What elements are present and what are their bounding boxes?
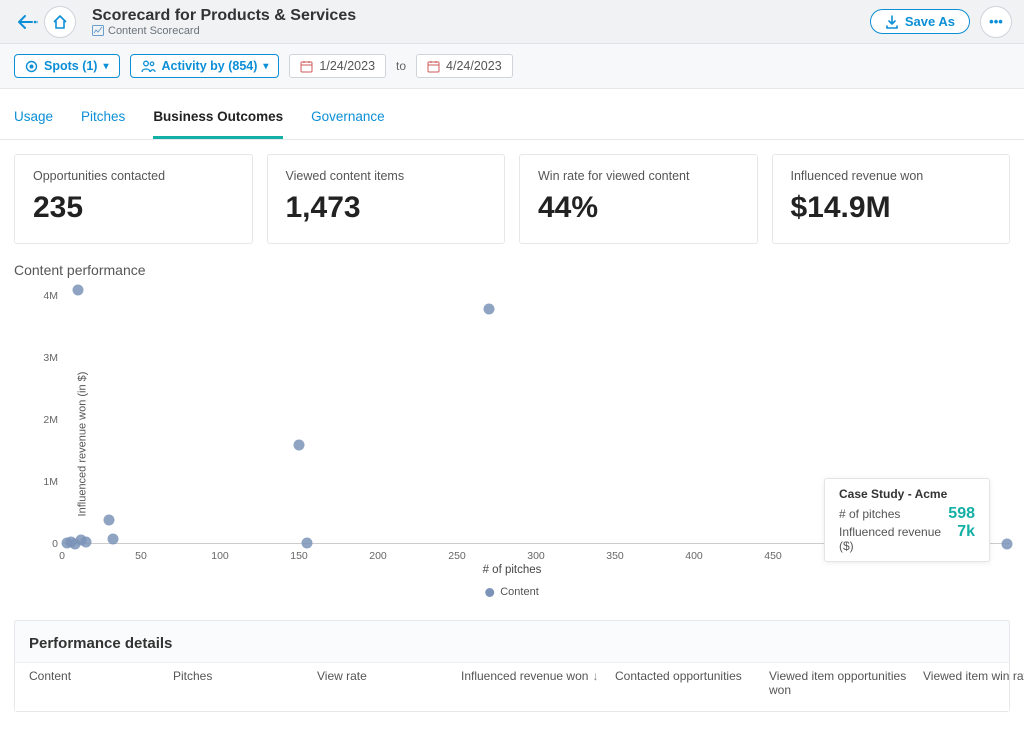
col-content[interactable]: Content [29,669,169,683]
x-tick: 450 [764,550,782,562]
scatter-point[interactable] [104,515,115,526]
chevron-down-icon: ▾ [103,61,108,72]
more-menu-button[interactable]: ••• [980,6,1012,38]
x-tick: 300 [527,550,545,562]
tooltip-pitches-value: 598 [948,505,975,523]
ellipsis-icon: ••• [989,14,1003,29]
date-from-picker[interactable]: 1/24/2023 [289,54,386,78]
scatter-point[interactable] [294,439,305,450]
spots-filter[interactable]: Spots (1) ▾ [14,54,120,78]
y-tick: 2M [30,414,58,426]
chart-legend: Content [485,586,539,598]
save-icon [885,15,899,29]
legend-label: Content [500,586,539,598]
x-tick: 150 [290,550,308,562]
tooltip-pitches-label: # of pitches [839,507,900,521]
col-influenced-revenue[interactable]: Influenced revenue won↓ [461,669,611,683]
x-tick: 100 [211,550,229,562]
scatter-point[interactable] [1001,538,1012,549]
tooltip-revenue-value: 7k [957,523,975,541]
kpi-label: Opportunities contacted [33,169,234,183]
kpi-value: 235 [33,191,234,225]
col-view-rate[interactable]: View rate [317,669,457,683]
kpi-influenced-revenue: Influenced revenue won $14.9M [772,154,1011,244]
scorecard-icon [92,25,104,36]
tooltip-name: Case Study - Acme [839,487,975,501]
x-tick: 0 [59,550,65,562]
kpi-label: Win rate for viewed content [538,169,739,183]
people-icon [141,60,156,72]
scatter-point[interactable] [72,285,83,296]
kpi-win-rate: Win rate for viewed content 44% [519,154,758,244]
scatter-point[interactable] [107,534,118,545]
chart-title: Content performance [14,262,1010,278]
y-tick: 3M [30,352,58,364]
activity-filter[interactable]: Activity by (854) ▾ [130,54,280,78]
kpi-value: $14.9M [791,191,992,225]
tooltip-revenue-label: Influenced revenue ($) [839,525,957,553]
back-button[interactable] [12,6,44,38]
chart-tooltip: Case Study - Acme # of pitches 598 Influ… [824,478,990,562]
kpi-label: Influenced revenue won [791,169,992,183]
x-tick: 350 [606,550,624,562]
y-tick: 1M [30,476,58,488]
kpi-value: 1,473 [286,191,487,225]
tab-usage[interactable]: Usage [14,97,53,139]
scatter-point[interactable] [301,537,312,548]
tab-business-outcomes[interactable]: Business Outcomes [153,97,283,139]
scatter-point[interactable] [80,537,91,548]
date-to-label: to [396,59,406,73]
sort-desc-icon: ↓ [592,669,598,683]
kpi-value: 44% [538,191,739,225]
tab-pitches[interactable]: Pitches [81,97,125,139]
app-header: Scorecard for Products & Services Conten… [0,0,1024,44]
scatter-point[interactable] [483,303,494,314]
calendar-icon [300,60,313,73]
kpi-viewed-content-items: Viewed content items 1,473 [267,154,506,244]
content-performance-chart: Content performance Influenced revenue w… [0,258,1024,608]
save-as-button[interactable]: Save As [870,9,970,34]
tabs: Usage Pitches Business Outcomes Governan… [0,97,1024,140]
chevron-down-icon: ▾ [263,61,268,72]
filter-toolbar: Spots (1) ▾ Activity by (854) ▾ 1/24/202… [0,44,1024,89]
date-to-picker[interactable]: 4/24/2023 [416,54,513,78]
legend-marker-icon [485,588,494,597]
col-viewed-win-rate[interactable]: Viewed item win rate [923,669,1024,683]
x-tick: 50 [135,550,147,562]
x-tick: 400 [685,550,703,562]
page-subtitle: Content Scorecard [92,25,870,37]
home-button[interactable] [44,6,76,38]
x-tick: 250 [448,550,466,562]
x-axis-label: # of pitches [483,564,542,576]
page-title: Scorecard for Products & Services [92,7,870,25]
details-title: Performance details [15,621,1009,662]
y-tick: 0 [30,538,58,550]
col-pitches[interactable]: Pitches [173,669,313,683]
tab-governance[interactable]: Governance [311,97,385,139]
y-tick: 4M [30,290,58,302]
performance-details: Performance details Content Pitches View… [14,620,1010,712]
calendar-icon [427,60,440,73]
kpi-label: Viewed content items [286,169,487,183]
target-icon [25,60,38,73]
col-viewed-opps-won[interactable]: Viewed item opportuni­ties won [769,669,919,697]
x-tick: 200 [369,550,387,562]
details-header-row: Content Pitches View rate Influenced rev… [15,662,1009,711]
kpi-row: Opportunities contacted 235 Viewed conte… [0,140,1024,258]
kpi-opportunities-contacted: Opportunities contacted 235 [14,154,253,244]
col-contacted-opps[interactable]: Contacted opportunities [615,669,765,683]
